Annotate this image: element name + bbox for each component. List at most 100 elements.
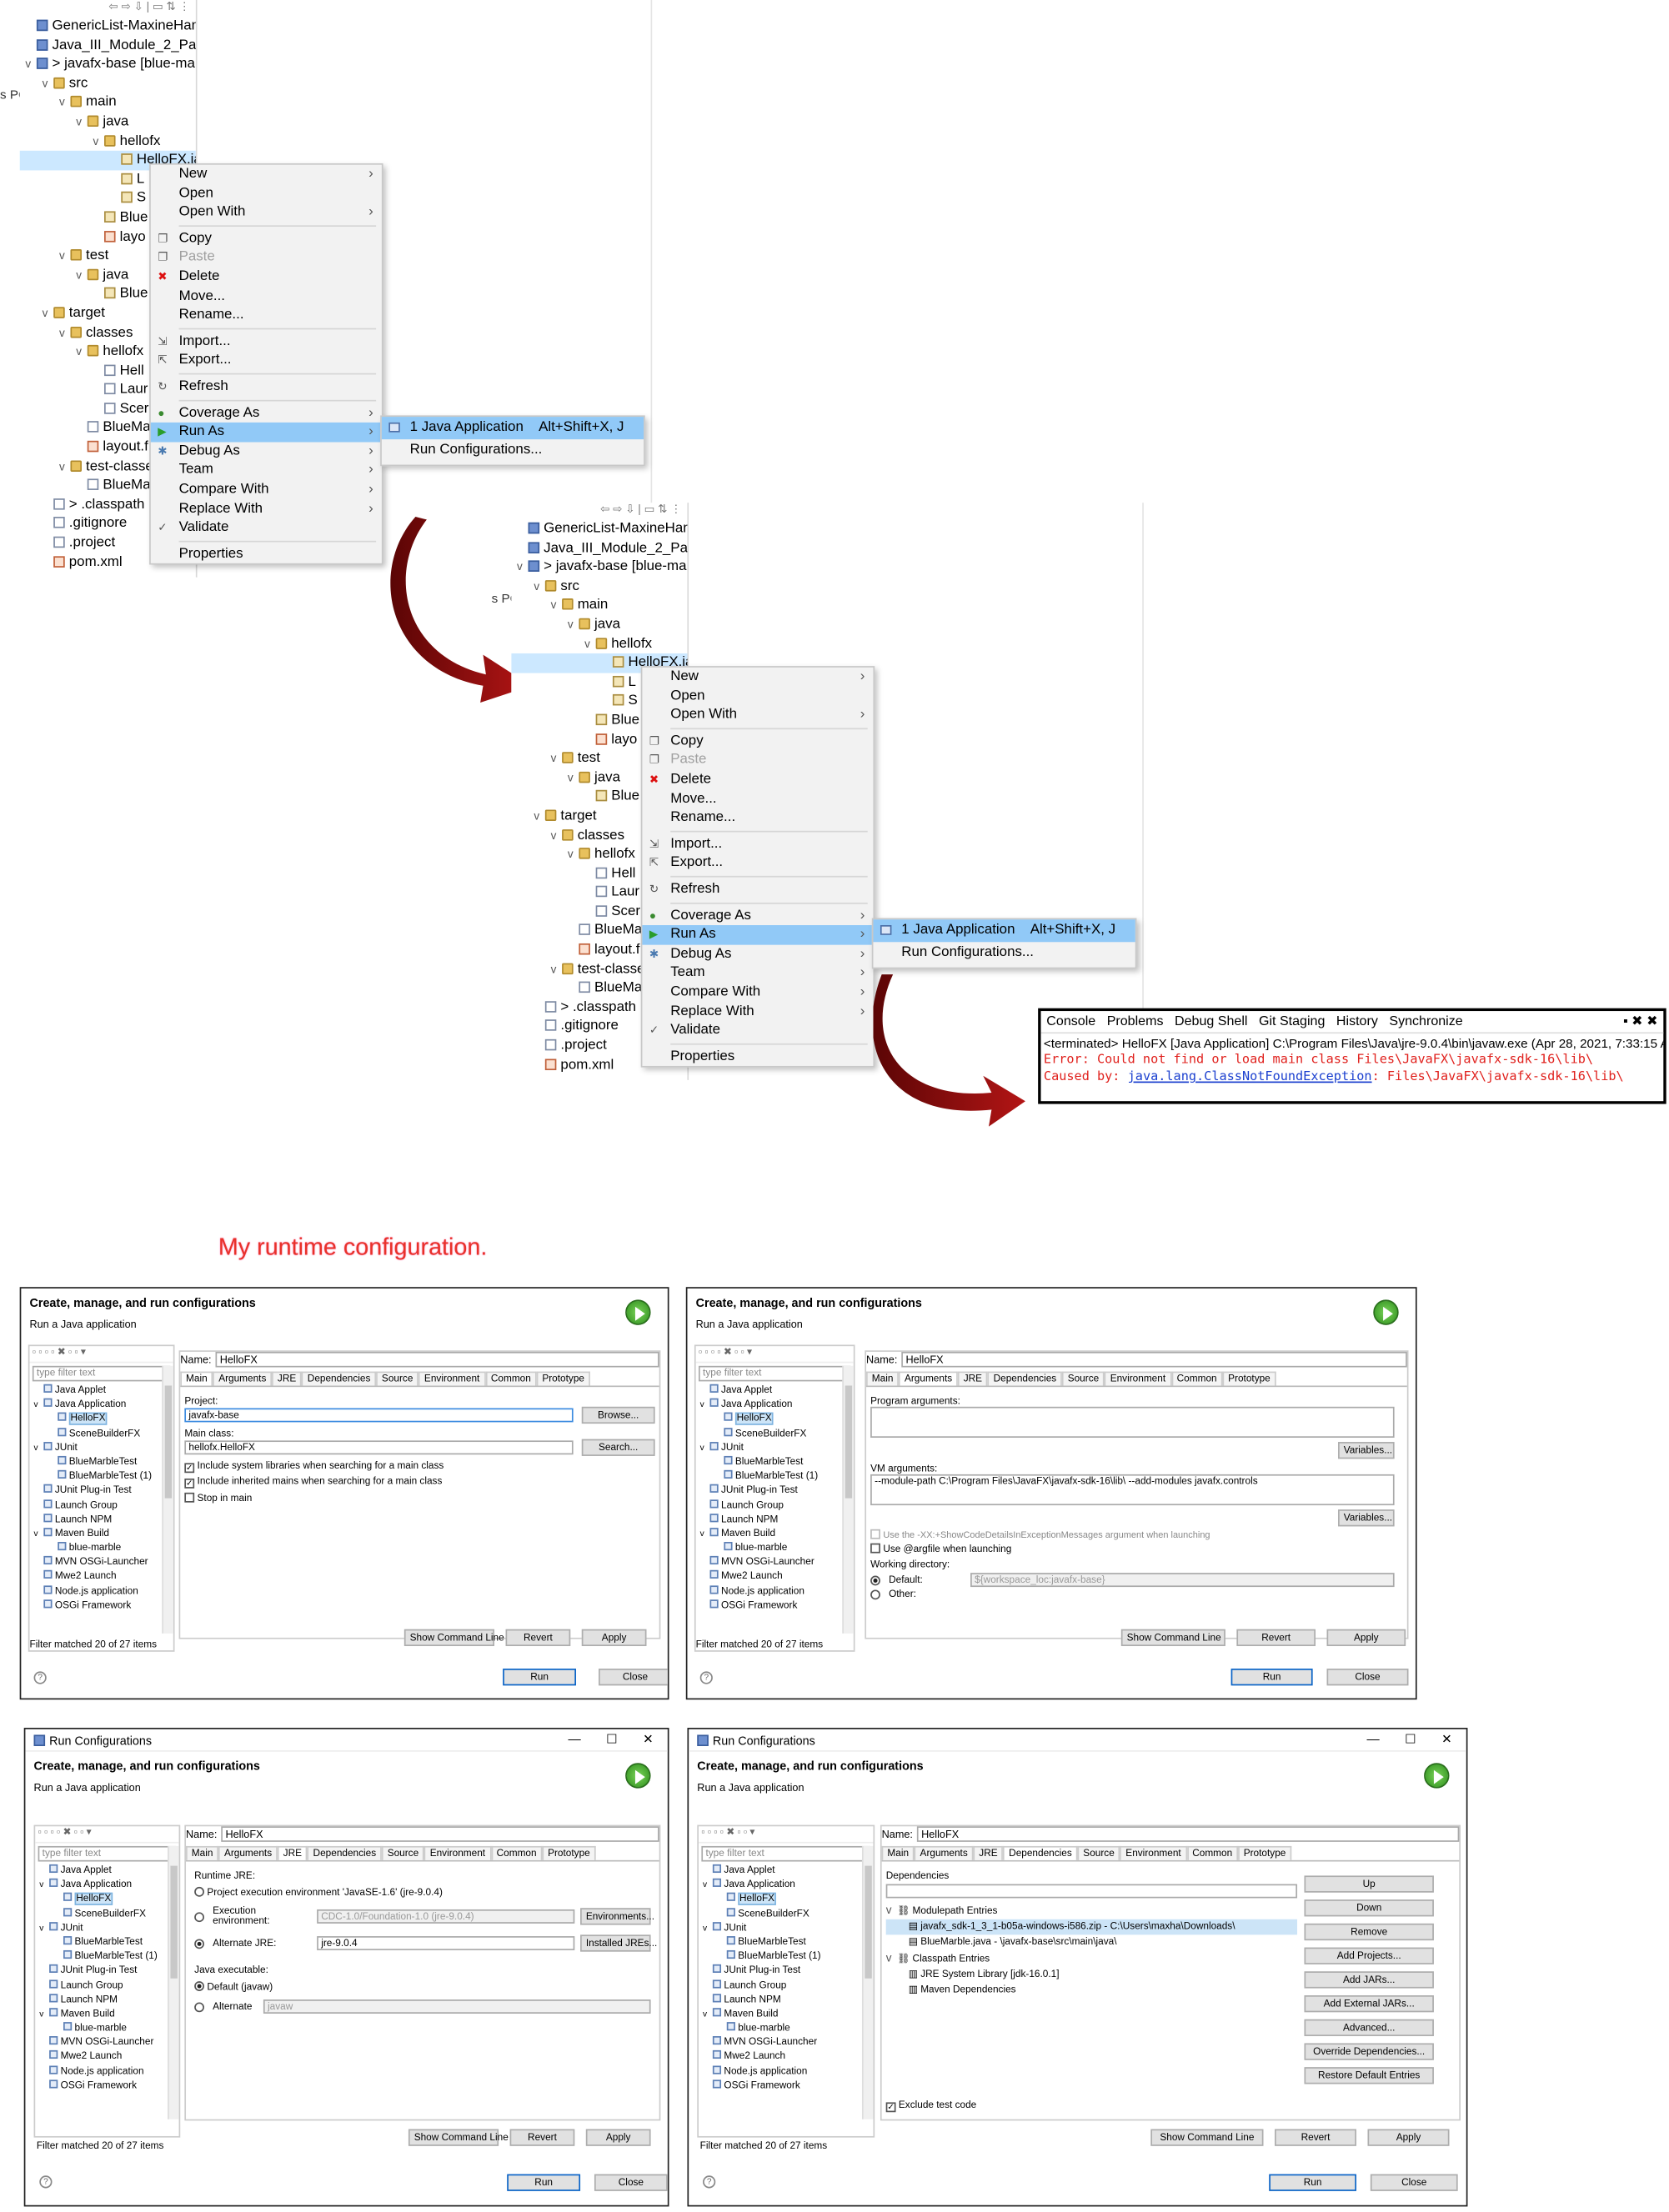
menu-item-refresh[interactable]: ↻ Refresh xyxy=(151,378,382,397)
radio-alternate-exe[interactable] xyxy=(194,2001,204,2012)
menu-item-run-as[interactable]: ▶ Run As › xyxy=(150,423,382,443)
config-tree-item[interactable]: BlueMarbleTest xyxy=(29,1455,173,1470)
dep-button-override-dependencies[interactable]: Override Dependencies... xyxy=(1304,2043,1434,2060)
exec-env-select[interactable]: CDC-1.0/Foundation-1.0 (jre-9.0.4) xyxy=(317,1909,575,1924)
chevron-down-icon[interactable]: v xyxy=(534,577,545,596)
name-field[interactable]: HelloFX xyxy=(917,1826,1460,1842)
config-tree-item[interactable]: blue-marble xyxy=(699,2022,873,2036)
config-tree-item[interactable]: JUnit Plug-in Test xyxy=(696,1484,854,1499)
config-tree-item[interactable]: JUnit Plug-in Test xyxy=(699,1964,873,1979)
tab-dependencies[interactable]: Dependencies xyxy=(307,1845,382,1860)
config-tree-item[interactable]: HelloFX xyxy=(29,1413,173,1427)
console-tab-synchronize[interactable]: Synchronize xyxy=(1389,1013,1462,1029)
menu-item-debug-as[interactable]: ✱ Debug As › xyxy=(642,944,873,963)
tree-scrollbar[interactable] xyxy=(162,1365,173,1634)
view-controls-icon[interactable]: ▪ ✖ ✖ xyxy=(1623,1013,1663,1029)
installed-jres-button[interactable]: Installed JREs... xyxy=(580,1934,657,1952)
classpath-entries[interactable]: Classpath Entries xyxy=(913,1954,990,1964)
close-button[interactable]: Close xyxy=(594,2174,668,2191)
console-tab-history[interactable]: History xyxy=(1336,1013,1378,1029)
help-icon[interactable]: ? xyxy=(703,2175,716,2189)
filter-input[interactable]: type filter text xyxy=(698,1365,851,1382)
tab-arguments[interactable]: Arguments xyxy=(218,1845,278,1860)
config-tree-item[interactable]: Node.js application xyxy=(699,2064,873,2079)
tab-jre[interactable]: JRE xyxy=(957,1371,988,1386)
run-button[interactable]: Run xyxy=(1230,1669,1313,1686)
revert-button[interactable]: Revert xyxy=(505,1629,571,1647)
tab-dependencies[interactable]: Dependencies xyxy=(1003,1845,1078,1860)
tree-item[interactable]: v > javafx-base [blue-marb xyxy=(511,558,687,577)
tab-environment[interactable]: Environment xyxy=(1120,1845,1187,1860)
chevron-down-icon[interactable]: v xyxy=(584,634,596,653)
chevron-down-icon[interactable]: v xyxy=(551,826,563,845)
checkbox-argfile[interactable] xyxy=(870,1543,880,1554)
config-tree-item[interactable]: SceneBuilderFX xyxy=(699,1907,873,1922)
config-tree-item[interactable]: Launch NPM xyxy=(699,1993,873,2008)
menu-item-paste[interactable]: ❐ Paste xyxy=(642,751,873,770)
tree-item[interactable]: v src xyxy=(20,74,196,93)
radio-default-wd[interactable] xyxy=(870,1574,880,1585)
menu-item-team[interactable]: Team › xyxy=(642,963,873,983)
menu-item-validate[interactable]: ✓ Validate xyxy=(642,1021,873,1040)
close-button[interactable]: Close xyxy=(1370,2174,1458,2191)
menu-item-move[interactable]: Move... xyxy=(151,287,382,306)
config-tree-item[interactable]: OSGi Framework xyxy=(35,2079,178,2094)
tab-main[interactable]: Main xyxy=(881,1845,915,1860)
alternate-jre-select[interactable]: jre-9.0.4 xyxy=(317,1936,575,1950)
chevron-down-icon[interactable]: v xyxy=(43,74,54,93)
filter-input[interactable]: type filter text xyxy=(701,1845,871,1862)
tree-item[interactable]: v src xyxy=(511,577,687,596)
tab-environment[interactable]: Environment xyxy=(424,1845,491,1860)
menu-item-open[interactable]: Open xyxy=(151,184,382,203)
tab-jre[interactable]: JRE xyxy=(973,1845,1004,1860)
filter-input[interactable]: type filter text xyxy=(32,1365,171,1382)
dep-button-add-jars[interactable]: Add JARs... xyxy=(1304,1971,1434,1989)
run-button[interactable]: Run xyxy=(1269,2174,1356,2191)
config-tree-item[interactable]: JUnit Plug-in Test xyxy=(29,1484,173,1499)
tab-environment[interactable]: Environment xyxy=(419,1371,486,1386)
chevron-down-icon[interactable]: v xyxy=(59,323,71,343)
apply-button[interactable]: Apply xyxy=(1326,1629,1406,1647)
tab-prototype[interactable]: Prototype xyxy=(1222,1371,1276,1386)
config-tree-item[interactable]: blue-marble xyxy=(35,2022,178,2036)
menu-item-team[interactable]: Team › xyxy=(151,461,382,480)
tab-dependencies[interactable]: Dependencies xyxy=(302,1371,377,1386)
show-command-line-button[interactable]: Show Command Line xyxy=(1120,1629,1225,1647)
config-tree-item[interactable]: HelloFX xyxy=(699,1893,873,1907)
project-field[interactable]: javafx-base xyxy=(184,1408,574,1423)
tab-environment[interactable]: Environment xyxy=(1104,1371,1171,1386)
tree-item[interactable]: Java_III_Module_2_Part2 xyxy=(511,538,687,558)
dep-entry-bluemarble[interactable]: BlueMarble.java - \javafx-base\src\main\… xyxy=(920,1938,1116,1948)
chevron-down-icon[interactable]: v xyxy=(551,749,563,768)
run-button[interactable]: Run xyxy=(507,2174,581,2191)
config-tree-item[interactable]: Launch Group xyxy=(696,1499,854,1513)
config-tree-item[interactable]: Launch NPM xyxy=(29,1513,173,1528)
menu-item-export[interactable]: ⇱ Export... xyxy=(642,853,873,873)
config-tree-item[interactable]: BlueMarbleTest xyxy=(696,1455,854,1470)
menu-item-compare-with[interactable]: Compare With › xyxy=(642,983,873,1002)
tab-common[interactable]: Common xyxy=(490,1845,543,1860)
config-tree-item[interactable]: Java Applet xyxy=(699,1864,873,1879)
config-tree-item[interactable]: JUnit Plug-in Test xyxy=(35,1964,178,1979)
config-tree-item[interactable]: Java Applet xyxy=(35,1864,178,1879)
menu-item-open-with[interactable]: Open With › xyxy=(151,203,382,223)
radio-other-wd[interactable] xyxy=(870,1589,880,1600)
tree-item[interactable]: v java xyxy=(20,113,196,132)
dep-button-restore-default-entries[interactable]: Restore Default Entries xyxy=(1304,2067,1434,2084)
menu-item-java-application[interactable]: 1 Java Application Alt+Shift+X, J xyxy=(381,417,644,440)
program-args-field[interactable] xyxy=(870,1406,1395,1438)
menu-item-new[interactable]: New › xyxy=(151,165,382,184)
chevron-down-icon[interactable]: v xyxy=(568,615,579,634)
tab-common[interactable]: Common xyxy=(1186,1845,1238,1860)
checkbox-system-libs[interactable]: ✓ xyxy=(184,1463,195,1474)
vm-variables-button[interactable]: Variables... xyxy=(1338,1509,1395,1527)
menu-item-coverage-as[interactable]: ● Coverage As › xyxy=(151,403,382,423)
tree-scrollbar[interactable] xyxy=(168,1845,179,2119)
config-tree-item[interactable]: v Maven Build xyxy=(696,1527,854,1542)
maximize-icon[interactable]: ☐ xyxy=(1405,1732,1416,1748)
config-tree-item[interactable]: HelloFX xyxy=(35,1893,178,1907)
menu-item-rename[interactable]: Rename... xyxy=(151,306,382,325)
run-button[interactable]: Run xyxy=(503,1669,577,1686)
menu-item-delete[interactable]: ✖ Delete xyxy=(642,770,873,789)
config-tree-item[interactable]: OSGi Framework xyxy=(696,1599,854,1614)
